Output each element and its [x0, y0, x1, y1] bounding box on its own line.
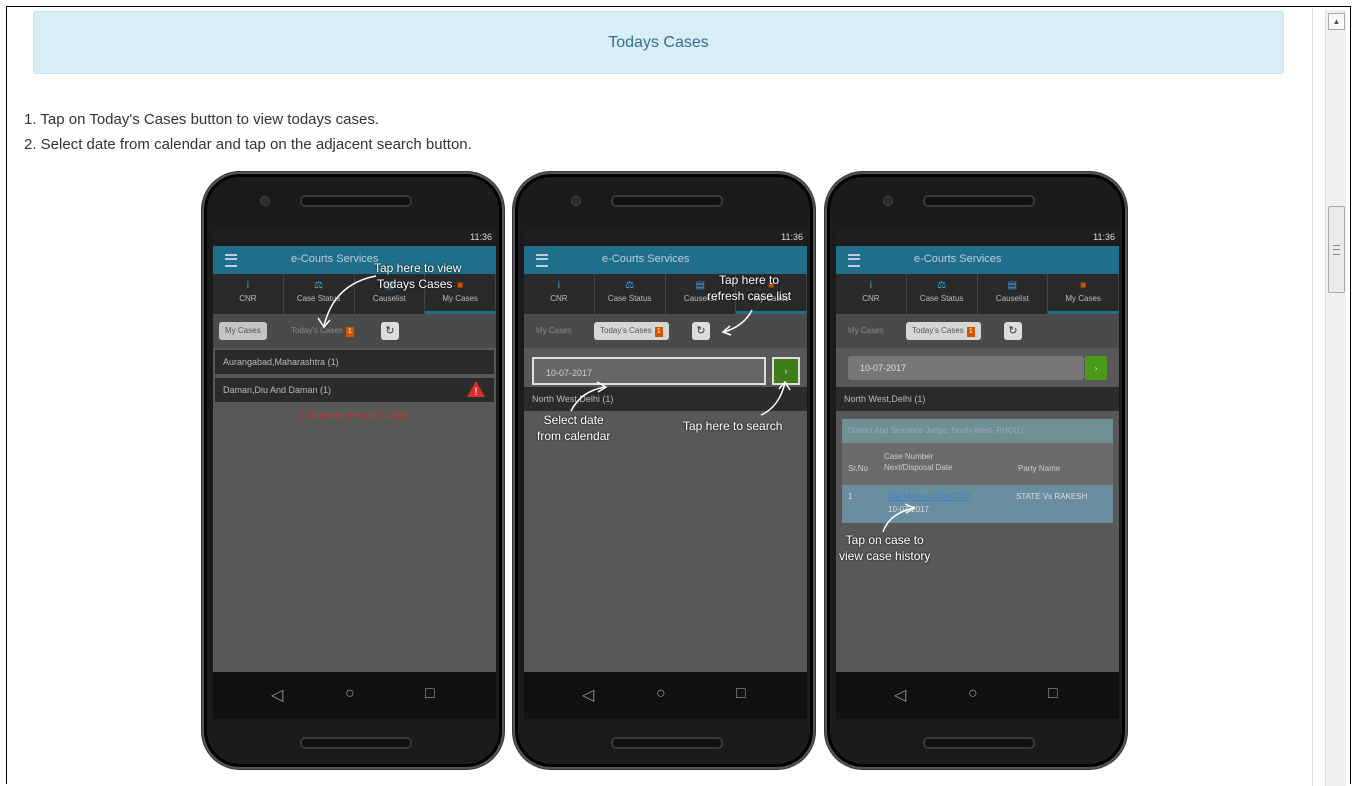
- briefcase-icon: ■: [1080, 280, 1087, 291]
- arrow-icon: [882, 503, 916, 533]
- phone-screenshot-2: 11:36 e-Courts Services i CNR ⚖ Case Statu…: [513, 172, 815, 769]
- document-icon: ▤: [1007, 280, 1018, 291]
- scroll-up-icon[interactable]: ▲: [1328, 13, 1345, 30]
- home-icon: ○: [968, 685, 978, 702]
- menu-icon: [536, 254, 548, 267]
- todays-cases-button: Today's Cases 1: [906, 322, 981, 340]
- annotation-line: Tap here to: [718, 273, 780, 287]
- my-cases-button: My Cases: [848, 326, 884, 335]
- column-header: Case Number Next/Disposal Date: [884, 452, 953, 472]
- menu-icon: [848, 254, 860, 267]
- search-button: ›: [1085, 356, 1107, 380]
- home-icon: ○: [656, 685, 666, 702]
- list-item: Daman,Diu And Daman (1): [215, 378, 494, 402]
- annotation-case-history: Tap on case to view case history: [839, 532, 930, 564]
- app-title: e-Courts Services: [291, 253, 379, 265]
- instruction-2: 2. Select date from calendar and tap on …: [24, 136, 472, 153]
- arrow-icon: [570, 381, 608, 412]
- my-cases-button: My Cases: [536, 326, 572, 335]
- annotation-select-date: Select date from calendar: [537, 412, 610, 444]
- instruction-1: 1. Tap on Today's Cases button to view t…: [24, 111, 380, 128]
- document-icon: ▤: [695, 280, 706, 291]
- annotation-line: Select date: [543, 413, 604, 427]
- status-time: 11:36: [470, 232, 492, 242]
- annotation-line: refresh case list: [707, 289, 792, 303]
- recents-icon: □: [736, 685, 746, 702]
- status-time: 11:36: [781, 232, 803, 242]
- annotation-line: Tap on case to: [845, 533, 924, 547]
- back-icon: ◁: [271, 687, 284, 704]
- annotation-line: Todays Cases: [377, 277, 453, 291]
- tab-cnr: i CNR: [836, 274, 907, 314]
- status-time: 11:36: [1093, 232, 1115, 242]
- svg-text:!: !: [474, 386, 477, 398]
- my-cases-button: My Cases: [219, 322, 267, 340]
- cell-party: STATE Vs RAKESH: [1016, 492, 1088, 501]
- arrow-icon: [721, 309, 753, 336]
- arrow-icon: [317, 275, 377, 329]
- phone-screenshot-3: 11:36 e-Courts Services i CNR ⚖ Case Statu…: [825, 172, 1127, 769]
- arrow-icon: [760, 380, 791, 416]
- court-header: District And Sessions Judge, North-West,…: [842, 419, 1113, 443]
- annotation-line: Tap here to view: [374, 261, 462, 275]
- cell-srno: 1: [848, 492, 853, 501]
- column-header: Party Name: [1018, 464, 1061, 473]
- list-item: North West,Delhi (1): [836, 387, 1119, 411]
- list-item: Aurangabad,Maharashtra (1): [215, 350, 494, 374]
- scroll-thumb[interactable]: [1328, 206, 1345, 293]
- recents-icon: □: [1048, 685, 1058, 702]
- back-icon: ◁: [894, 687, 907, 704]
- back-icon: ◁: [582, 687, 595, 704]
- tab-cnr: i CNR: [524, 274, 595, 314]
- column-header: Sr.No: [848, 464, 869, 473]
- app-title: e-Courts Services: [914, 253, 1002, 265]
- tab-case-status: ⚖ Case Status: [907, 274, 978, 314]
- recents-icon: □: [425, 685, 435, 702]
- scales-icon: ⚖: [937, 280, 947, 291]
- app-title: e-Courts Services: [602, 253, 690, 265]
- tab-my-cases: ■ My Cases: [1048, 274, 1119, 314]
- menu-icon: [225, 254, 237, 267]
- tab-causelist: ▤ Causelist: [978, 274, 1049, 314]
- annotation-line: from calendar: [537, 429, 611, 443]
- info-icon: i: [869, 280, 872, 291]
- tab-case-status: ⚖ Case Status: [595, 274, 666, 314]
- home-icon: ○: [345, 685, 355, 702]
- info-icon: i: [557, 280, 560, 291]
- refresh-icon: ↻: [692, 322, 710, 340]
- warning-icon: !: [467, 381, 485, 398]
- todays-cases-button: Today's Cases 1: [594, 322, 669, 340]
- android-navbar: ◁ ○ □: [524, 672, 807, 719]
- annotation-line: view case history: [839, 549, 931, 563]
- date-input: 10-07-2017: [848, 356, 1084, 380]
- refresh-icon: ↻: [1004, 322, 1022, 340]
- tab-cnr: i CNR: [213, 274, 284, 314]
- android-navbar: ◁ ○ □: [213, 672, 496, 719]
- page-title: Todays Cases: [33, 11, 1284, 74]
- info-icon: i: [246, 280, 249, 291]
- annotation-view-todays: Tap here to view Todays Cases: [374, 260, 461, 292]
- annotation-search: Tap here to search: [683, 419, 783, 433]
- phone-screenshot-1: 11:36 e-Courts Services i CNR ⚖ Case Statu…: [202, 172, 504, 769]
- phone-screen: 11:36 e-Courts Services i CNR ⚖ Case Statu…: [836, 229, 1119, 719]
- android-navbar: ◁ ○ □: [836, 672, 1119, 719]
- error-text: Connection Error in 1 Cases: [300, 411, 409, 420]
- annotation-refresh: Tap here to refresh case list: [707, 272, 791, 304]
- case-link: Bail Matters/2294/2017: [888, 492, 971, 501]
- scrollbar[interactable]: ▲: [1325, 10, 1346, 786]
- scales-icon: ⚖: [625, 280, 635, 291]
